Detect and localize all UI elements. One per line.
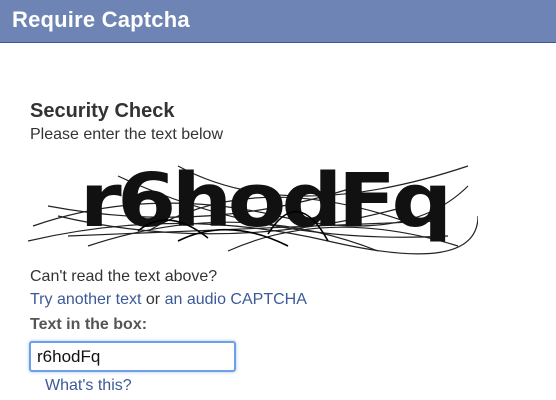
or-text: or (145, 291, 161, 308)
text-in-box-label: Text in the box: (30, 316, 148, 333)
captcha-glyphs: r6hodFq (80, 157, 448, 243)
cant-read-prompt: Can't read the text above? (30, 268, 218, 285)
security-check-heading: Security Check (30, 100, 175, 122)
captcha-input[interactable] (29, 341, 236, 372)
audio-captcha-link[interactable]: an audio CAPTCHA (165, 291, 307, 308)
whats-this-link[interactable]: What's this? (45, 377, 132, 395)
dialog-title: Require Captcha (12, 7, 190, 32)
instruction-text: Please enter the text below (30, 126, 224, 143)
captcha-image: r6hodFq (28, 146, 478, 258)
dialog-titlebar: Require Captcha (0, 0, 556, 43)
try-another-text-link[interactable]: Try another text (30, 291, 141, 308)
alternative-links-row: Try another text or an audio CAPTCHA (30, 291, 307, 309)
